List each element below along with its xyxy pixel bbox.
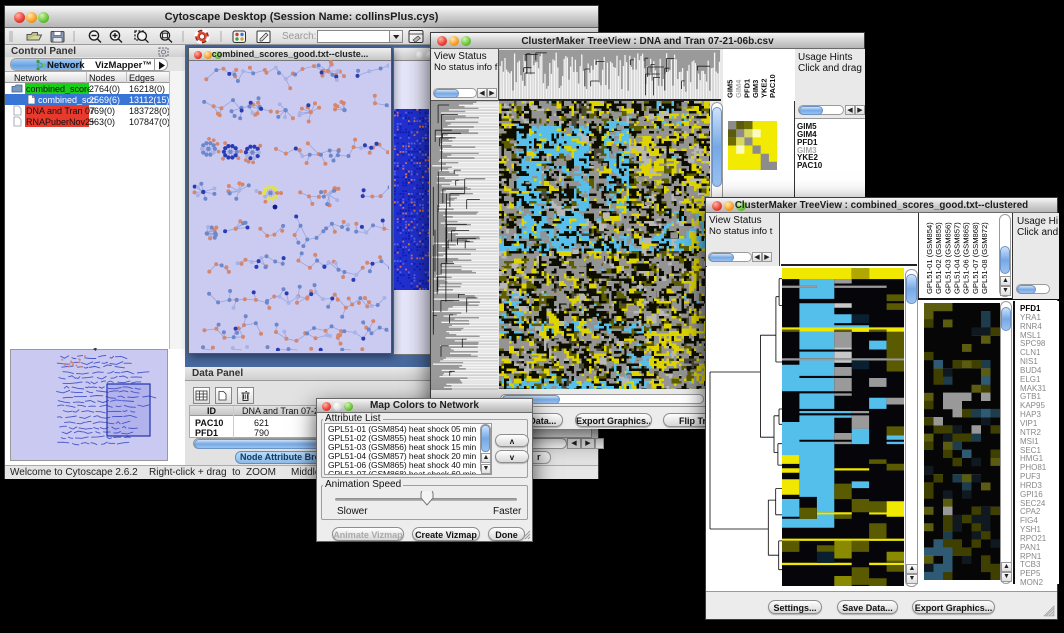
svg-text:GPL51-06 (GSM865): GPL51-06 (GSM865) bbox=[962, 222, 971, 294]
svg-text:GPL51-04 (GSM857): GPL51-04 (GSM857) bbox=[953, 222, 962, 294]
svg-text:GPL51-03 (GSM856): GPL51-03 (GSM856) bbox=[943, 222, 952, 294]
svg-text:GPL51-02 (GSM855): GPL51-02 (GSM855) bbox=[934, 222, 943, 294]
svg-text:PAC10: PAC10 bbox=[768, 74, 777, 98]
svg-text:GPL51-01 (GSM854): GPL51-01 (GSM854) bbox=[925, 222, 934, 294]
svg-text:GPL51-07 (GSM868): GPL51-07 (GSM868) bbox=[971, 222, 980, 294]
svg-text:GPL51-08 (GSM872): GPL51-08 (GSM872) bbox=[980, 222, 989, 294]
